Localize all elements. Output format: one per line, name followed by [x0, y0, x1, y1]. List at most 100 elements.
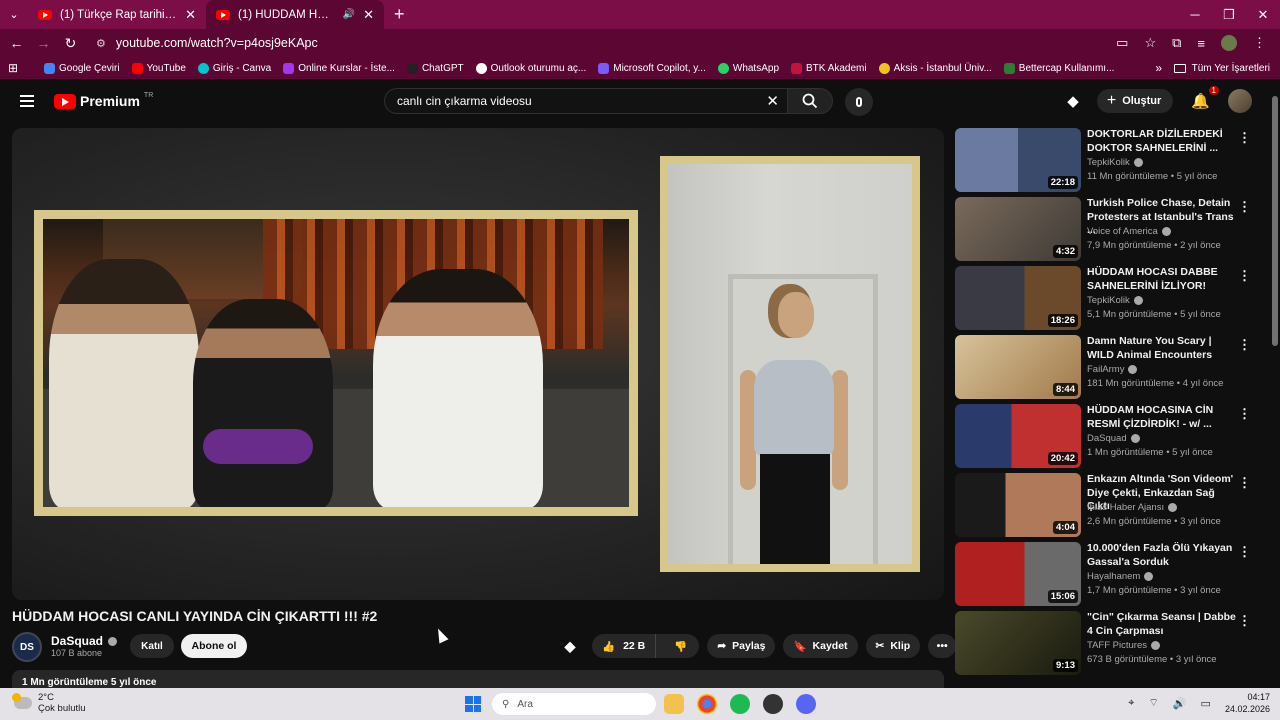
cast-icon[interactable]: ▭ [1116, 35, 1128, 51]
speaker-icon[interactable]: 🔊 [343, 9, 355, 20]
voice-search-button[interactable] [845, 88, 873, 116]
weather-widget[interactable]: 2°C Çok bulutlu [12, 692, 86, 714]
youtube-premium-logo[interactable]: Premium TR [54, 92, 153, 109]
recommendation-title[interactable]: HÜDDAM HOCASI DABBE SAHNELERİNİ İZLİYOR! [1087, 266, 1237, 293]
recommendation-item[interactable]: 8:44 Damn Nature You Scary | WILD Animal… [955, 335, 1261, 399]
battery-icon[interactable]: ▭ [1201, 697, 1211, 710]
recommendation-channel[interactable]: DaSquad [1087, 433, 1140, 444]
bookmark-item[interactable]: Bettercap Kullanımı... [1003, 62, 1114, 74]
dislike-button[interactable]: 👎 [662, 640, 699, 653]
bookmark-item[interactable]: Outlook oturumu aç... [475, 62, 586, 74]
bookmark-item[interactable]: Microsoft Copilot, y... [598, 62, 706, 74]
clear-search-icon[interactable]: ✕ [766, 92, 779, 110]
recommendation-channel[interactable]: TepkiKolik [1087, 295, 1143, 306]
clock[interactable]: 04:17 24.02.2026 [1225, 691, 1270, 715]
more-options-icon[interactable]: ⋮ [1238, 268, 1251, 284]
gem-icon[interactable]: ◆ [1067, 92, 1079, 110]
recommendation-title[interactable]: Damn Nature You Scary | WILD Animal Enco… [1087, 335, 1237, 362]
more-actions-button[interactable]: ••• [928, 634, 957, 658]
search-input[interactable]: canlı cin çıkarma videosu ✕ [384, 88, 788, 114]
page-scrollbar[interactable] [1271, 84, 1279, 684]
video-thumbnail[interactable]: 9:13 [955, 611, 1081, 675]
clip-button[interactable]: ✂ Klip [865, 634, 921, 658]
more-options-icon[interactable]: ⋮ [1238, 406, 1251, 422]
wifi-icon[interactable]: ⌔ [1149, 696, 1159, 710]
apps-grid-icon[interactable]: ⊞ [8, 61, 26, 75]
recommendation-title[interactable]: "Cin" Çıkarma Seansı | Dabbe 4 Cin Çarpm… [1087, 611, 1237, 638]
tab-search-chevron-icon[interactable]: ⌄ [0, 0, 28, 29]
scrollbar-thumb[interactable] [1272, 96, 1278, 346]
channel-name[interactable]: DaSquad [51, 634, 118, 648]
bookmark-item[interactable]: Online Kurslar - İste... [283, 62, 395, 74]
all-bookmarks-button[interactable]: Tüm Yer İşaretleri [1173, 63, 1270, 74]
bookmark-item[interactable]: WhatsApp [717, 62, 779, 74]
recommendation-channel[interactable]: FailArmy [1087, 364, 1138, 375]
video-thumbnail[interactable]: 20:42 [955, 404, 1081, 468]
recommendation-channel[interactable]: Voice of America [1087, 226, 1171, 237]
more-options-icon[interactable]: ⋮ [1238, 199, 1251, 215]
address-bar[interactable]: ⚙ youtube.com/watch?v=p4osj9eKApc [96, 31, 318, 55]
forward-icon[interactable]: → [30, 35, 57, 51]
recommendation-item[interactable]: 4:32 Turkish Police Chase, Detain Protes… [955, 197, 1261, 261]
video-thumbnail[interactable]: 4:04 [955, 473, 1081, 537]
site-info-icon[interactable]: ⚙ [96, 37, 106, 50]
gem-action-button[interactable]: ◆ [556, 634, 584, 658]
recommendation-item[interactable]: 4:04 Enkazın Altında 'Son Videom' Diye Ç… [955, 473, 1261, 537]
search-button[interactable] [787, 88, 833, 114]
close-window-icon[interactable]: ✕ [1246, 0, 1280, 29]
recommendation-channel[interactable]: TepkiKolik [1087, 157, 1143, 168]
menu-dots-icon[interactable]: ⋮ [1253, 35, 1266, 51]
video-thumbnail[interactable]: 15:06 [955, 542, 1081, 606]
reload-icon[interactable]: ↻ [57, 35, 84, 52]
browser-tab-2[interactable]: (1) HÜDDAM HOCASI CANL 🔊 ✕ [206, 0, 384, 29]
join-button[interactable]: Katıl [130, 634, 174, 658]
share-button[interactable]: ➦ Paylaş [707, 634, 776, 658]
tray-location-icon[interactable]: ⌖ [1128, 697, 1134, 710]
back-icon[interactable]: ← [3, 35, 30, 51]
subscribe-button[interactable]: Abone ol [181, 634, 247, 658]
more-bookmarks-icon[interactable]: » [1155, 61, 1162, 75]
notifications-button[interactable]: 🔔 1 [1191, 86, 1219, 110]
bookmark-item[interactable]: Google Çeviri [44, 62, 120, 74]
recommendation-item[interactable]: 20:42 HÜDDAM HOCASINA CİN RESMİ ÇİZDİRDİ… [955, 404, 1261, 468]
more-options-icon[interactable]: ⋮ [1238, 544, 1251, 560]
recommendation-item[interactable]: 22:18 DOKTORLAR DİZİLERDEKİ DOKTOR SAHNE… [955, 128, 1261, 192]
recommendation-item[interactable]: 18:26 HÜDDAM HOCASI DABBE SAHNELERİNİ İZ… [955, 266, 1261, 330]
create-button[interactable]: + Oluştur [1096, 89, 1174, 113]
new-tab-icon[interactable]: + [394, 4, 405, 25]
recommendation-channel[interactable]: Hayalhanem [1087, 571, 1154, 582]
bookmark-item[interactable]: BTK Akademi [791, 62, 867, 74]
minimize-icon[interactable]: ─ [1178, 0, 1212, 29]
bookmark-item[interactable]: ChatGPT [406, 62, 464, 74]
video-thumbnail[interactable]: 22:18 [955, 128, 1081, 192]
recommendation-channel[interactable]: TAFF Pictures [1087, 640, 1160, 651]
recommendation-title[interactable]: 10.000'den Fazla Ölü Yıkayan Gassal'a So… [1087, 542, 1237, 569]
more-options-icon[interactable]: ⋮ [1238, 613, 1251, 629]
volume-icon[interactable]: 🔊 [1173, 697, 1187, 710]
bookmark-star-icon[interactable]: ☆ [1144, 35, 1156, 51]
video-thumbnail[interactable]: 8:44 [955, 335, 1081, 399]
media-control-icon[interactable]: ≡ [1197, 36, 1205, 51]
bookmark-item[interactable]: Giriş - Canva [197, 62, 271, 74]
bookmark-item[interactable]: Aksis - İstanbul Üniv... [878, 62, 992, 74]
discord-icon[interactable] [796, 694, 816, 714]
close-tab-icon[interactable]: ✕ [363, 7, 374, 23]
recommendation-item[interactable]: 9:13 "Cin" Çıkarma Seansı | Dabbe 4 Cin … [955, 611, 1261, 675]
more-options-icon[interactable]: ⋮ [1238, 130, 1251, 146]
file-explorer-icon[interactable] [664, 694, 684, 714]
profile-avatar[interactable] [1221, 35, 1237, 51]
more-options-icon[interactable]: ⋮ [1238, 337, 1251, 353]
recommendation-title[interactable]: DOKTORLAR DİZİLERDEKİ DOKTOR SAHNELERİNİ… [1087, 128, 1237, 155]
video-player[interactable] [12, 128, 944, 600]
windows-start-icon[interactable] [465, 696, 481, 712]
description-box[interactable]: 1 Mn görüntüleme 5 yıl önce [12, 670, 944, 690]
taskbar-search[interactable]: ⚲ Ara [492, 693, 656, 715]
hamburger-menu-icon[interactable] [20, 95, 34, 110]
maximize-icon[interactable]: ❐ [1212, 0, 1246, 29]
extensions-icon[interactable]: ⧉ [1172, 35, 1181, 51]
bookmark-item[interactable]: YouTube [131, 62, 186, 74]
recommendation-title[interactable]: HÜDDAM HOCASINA CİN RESMİ ÇİZDİRDİK! - w… [1087, 404, 1237, 431]
save-button[interactable]: 🔖 Kaydet [783, 634, 858, 658]
recommendation-channel[interactable]: İhlas Haber Ajansı [1087, 502, 1178, 513]
browser-tab-1[interactable]: (1) Türkçe Rap tarihinin 30 güze ✕ [28, 0, 206, 29]
